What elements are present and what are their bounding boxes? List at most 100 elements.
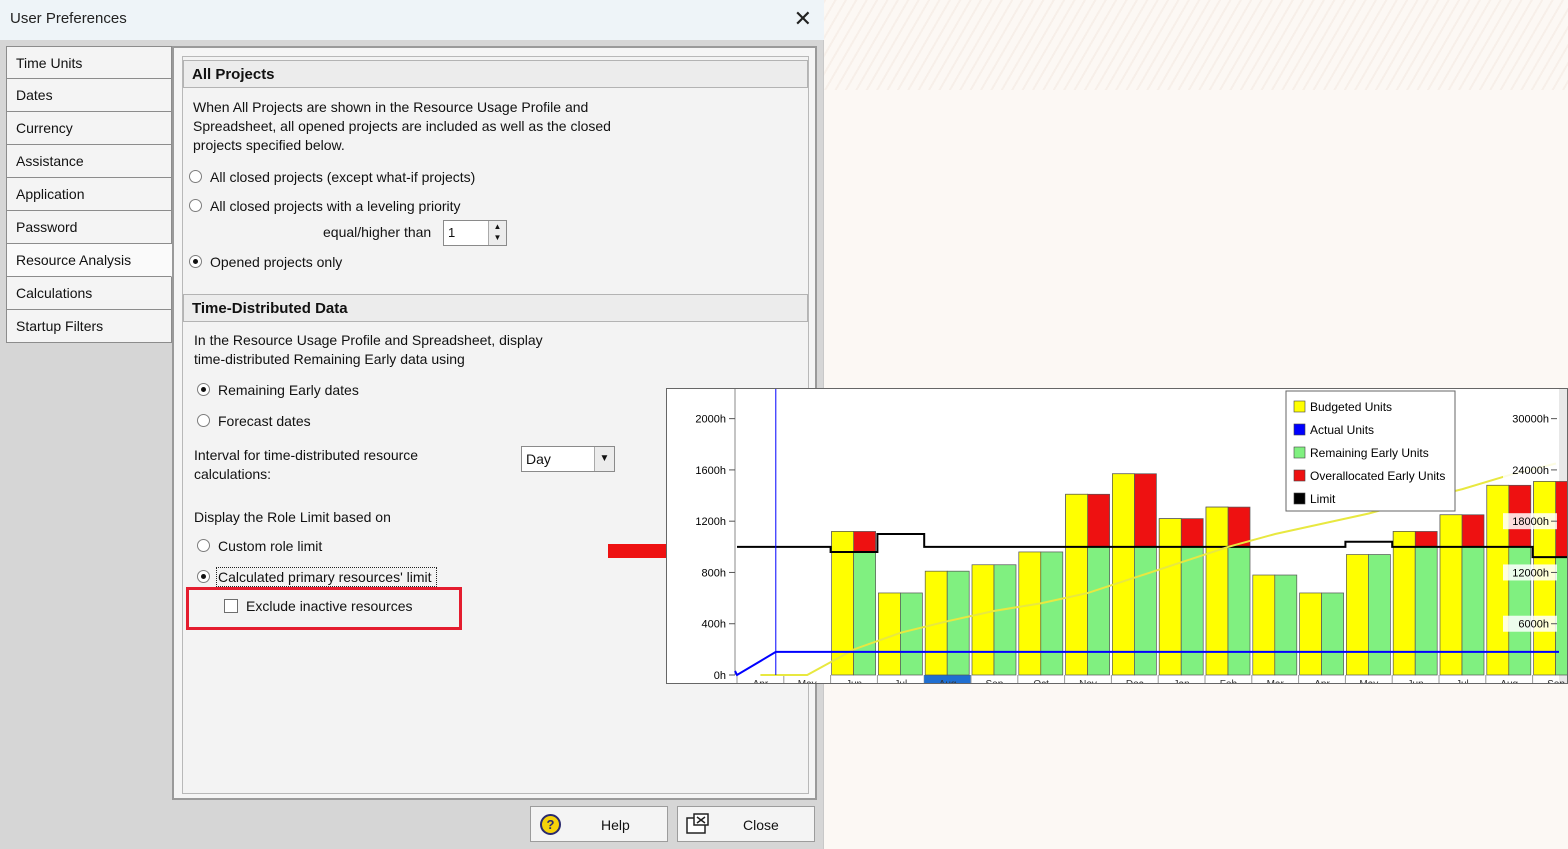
x-tick-label: Aug xyxy=(1500,679,1518,684)
x-tick-label: Jan xyxy=(1174,679,1190,684)
preferences-nav: Time Units Dates Currency Assistance App… xyxy=(6,46,172,343)
legend-swatch xyxy=(1293,469,1306,482)
y-left-tick-label: 800h xyxy=(702,567,726,579)
budgeted-bar xyxy=(1346,554,1369,676)
radio-closed-leveling[interactable] xyxy=(189,199,202,212)
overallocated-bar xyxy=(1087,493,1110,548)
label-all-closed: All closed projects (except what-if proj… xyxy=(210,169,476,185)
x-tick-label: Oct xyxy=(1033,679,1049,684)
remaining-bar xyxy=(1227,546,1251,676)
remaining-bar xyxy=(900,592,923,676)
y-right-tick-label: 6000h xyxy=(1518,619,1549,631)
resource-usage-chart: 0h 400h 800h 1200h 1600h 2000h Apr May Jun Jul Aug… xyxy=(666,388,1568,684)
legend-label: Remaining Early Units xyxy=(1310,446,1429,460)
radio-calculated-limit[interactable] xyxy=(197,570,210,583)
time-distributed-desc-1: In the Resource Usage Profile and Spread… xyxy=(194,332,543,348)
budgeted-over-bar xyxy=(1205,506,1229,548)
x-tick-label: Dec xyxy=(1126,679,1144,684)
y-left-tick-label: 0h xyxy=(714,670,726,682)
radio-all-closed[interactable] xyxy=(189,170,202,183)
y-left-tick-label: 400h xyxy=(702,619,726,631)
x-tick-label: Apr xyxy=(1314,679,1330,684)
overallocated-bar xyxy=(1134,473,1157,548)
label-remaining-early: Remaining Early dates xyxy=(218,382,359,398)
interval-label-2: calculations: xyxy=(194,466,272,482)
title-bar: User Preferences ✕ xyxy=(0,0,824,40)
y-left-tick-label: 1600h xyxy=(695,465,726,477)
nav-item-currency[interactable]: Currency xyxy=(6,112,172,145)
all-projects-desc-3: projects specified below. xyxy=(193,137,345,153)
legend-label: Actual Units xyxy=(1310,423,1374,437)
close-button[interactable]: Close xyxy=(677,806,815,842)
budgeted-over-bar xyxy=(1065,493,1088,548)
remaining-bar xyxy=(853,551,876,676)
label-custom-role-limit: Custom role limit xyxy=(218,538,323,554)
background-pattern xyxy=(824,0,1568,90)
interval-label-1: Interval for time-distributed resource xyxy=(194,447,419,463)
x-tick-label: Nov xyxy=(1079,679,1097,684)
remaining-bar xyxy=(1414,546,1438,676)
remaining-bar xyxy=(1040,551,1064,676)
label-calculated-limit: Calculated primary resources' limit xyxy=(218,569,432,585)
budgeted-bar xyxy=(831,531,854,676)
budgeted-over-bar xyxy=(1439,514,1463,548)
x-tick-label: May xyxy=(1359,679,1378,684)
budgeted-bar xyxy=(971,564,995,676)
remaining-bar xyxy=(1321,592,1344,676)
budgeted-bar xyxy=(1392,531,1416,676)
remaining-bar xyxy=(1368,554,1391,676)
x-tick-label: Feb xyxy=(1220,679,1238,684)
legend-label: Limit xyxy=(1310,492,1336,506)
remaining-bar xyxy=(1134,546,1157,676)
legend-swatch xyxy=(1293,400,1306,413)
remaining-bar xyxy=(1555,556,1567,676)
legend-swatch xyxy=(1293,492,1306,505)
help-icon: ? xyxy=(540,814,561,835)
all-projects-desc-2: Spreadsheet, all opened projects are inc… xyxy=(193,118,611,134)
legend-label: Overallocated Early Units xyxy=(1310,469,1445,483)
close-window-button[interactable]: ✕ xyxy=(794,6,812,32)
budgeted-bar xyxy=(1018,551,1042,676)
nav-item-startup-filters[interactable]: Startup Filters xyxy=(6,310,172,343)
help-button[interactable]: ? Help xyxy=(530,806,668,842)
budgeted-over-bar xyxy=(1158,518,1182,548)
time-distributed-desc-2: time-distributed Remaining Early data us… xyxy=(194,351,465,367)
all-projects-heading: All Projects xyxy=(183,60,808,88)
remaining-bar xyxy=(1274,574,1298,676)
spinner-arrows-icon[interactable]: ▲ ▼ xyxy=(488,221,506,245)
budgeted-bar xyxy=(1299,592,1322,676)
budgeted-over-bar xyxy=(1392,531,1416,548)
priority-spinner[interactable]: 1 ▲ ▼ xyxy=(443,220,507,246)
radio-opened-only[interactable] xyxy=(189,255,202,268)
remaining-bar xyxy=(1461,546,1485,676)
overallocated-bar xyxy=(1555,481,1567,558)
radio-custom-role-limit[interactable] xyxy=(197,539,210,552)
overallocated-bar xyxy=(1461,514,1485,548)
nav-item-dates[interactable]: Dates xyxy=(6,79,172,112)
remaining-bar xyxy=(993,564,1017,676)
chart-svg: 0h 400h 800h 1200h 1600h 2000h Apr May Jun Jul Aug… xyxy=(695,389,1567,684)
label-closed-leveling: All closed projects with a leveling prio… xyxy=(210,198,461,214)
x-tick-label: Sep xyxy=(986,679,1004,684)
nav-item-password[interactable]: Password xyxy=(6,211,172,244)
role-limit-label: Display the Role Limit based on xyxy=(194,509,391,525)
x-tick-label: Sep xyxy=(1547,679,1565,684)
y-left-tick-label: 1200h xyxy=(695,516,726,528)
nav-item-calculations[interactable]: Calculations xyxy=(6,277,172,310)
interval-value: Day xyxy=(526,451,551,467)
nav-item-assistance[interactable]: Assistance xyxy=(6,145,172,178)
radio-remaining-early[interactable] xyxy=(197,383,210,396)
legend-swatch xyxy=(1293,446,1306,459)
x-tick-label: Jul xyxy=(1456,679,1469,684)
overallocated-bar xyxy=(1414,531,1438,548)
close-label: Close xyxy=(743,817,779,833)
interval-select[interactable]: Day ▼ xyxy=(521,446,615,472)
y-right-tick-label: 18000h xyxy=(1512,516,1549,528)
nav-item-time-units[interactable]: Time Units xyxy=(6,46,172,79)
chevron-down-icon[interactable]: ▼ xyxy=(594,447,614,471)
close-dialog-icon xyxy=(686,813,709,834)
radio-forecast[interactable] xyxy=(197,414,210,427)
help-label: Help xyxy=(601,817,630,833)
nav-item-application[interactable]: Application xyxy=(6,178,172,211)
nav-item-resource-analysis[interactable]: Resource Analysis xyxy=(6,244,172,277)
